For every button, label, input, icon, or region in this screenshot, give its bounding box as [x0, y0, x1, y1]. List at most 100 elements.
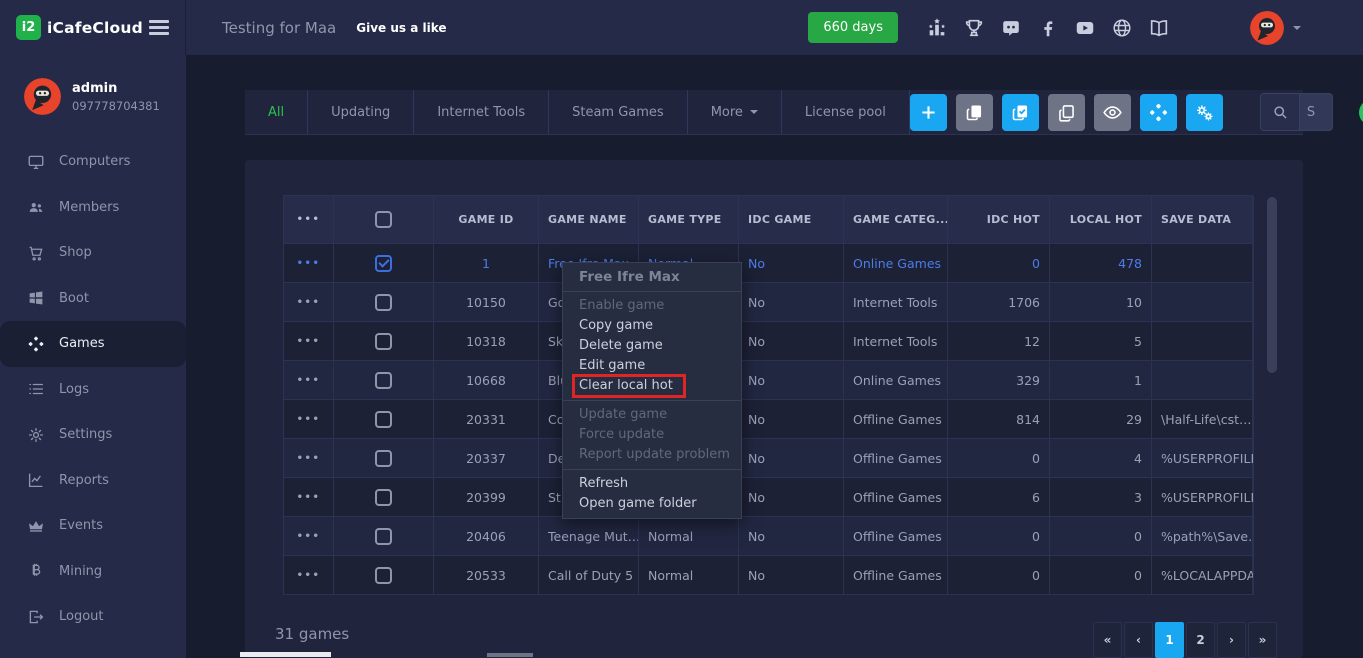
horizontal-scrollbar-thumb[interactable]	[487, 653, 533, 657]
menu-item-refresh[interactable]: Refresh	[563, 474, 741, 494]
page-button-nav[interactable]: »	[1248, 622, 1277, 658]
page-button-1[interactable]: 1	[1155, 622, 1184, 658]
page-button-nav[interactable]: ›	[1217, 622, 1246, 658]
sidebar-item-boot[interactable]: Boot	[0, 276, 186, 322]
globe-icon[interactable]	[1111, 17, 1133, 39]
user-menu[interactable]	[1250, 11, 1301, 45]
discord-icon[interactable]	[1000, 17, 1022, 39]
row-checkbox[interactable]	[375, 450, 392, 467]
menu-item-edit-game[interactable]: Edit game	[563, 356, 741, 376]
sidebar-item-games[interactable]: Games	[0, 321, 186, 367]
cell-game-id: 20399	[434, 478, 539, 517]
sidebar-item-computers[interactable]: Computers	[0, 139, 186, 185]
row-menu-button[interactable]: •••	[297, 453, 321, 464]
menu-item-copy-game[interactable]: Copy game	[563, 316, 741, 336]
menu-item-delete-game[interactable]: Delete game	[563, 336, 741, 356]
row-checkbox[interactable]	[375, 294, 392, 311]
give-us-a-like-link[interactable]: Give us a like	[356, 21, 446, 35]
table-row: ••• 20331 Co No Offline Games 814 29 \Ha…	[284, 400, 1252, 439]
search-button[interactable]	[1260, 93, 1300, 131]
cell-game-type: Normal	[639, 556, 739, 595]
select-all-checkbox[interactable]	[375, 211, 392, 228]
table-row: ••• 20337 De No Offline Games 0 4 %USERP…	[284, 439, 1252, 478]
facebook-icon[interactable]	[1037, 17, 1059, 39]
youtube-icon[interactable]	[1074, 17, 1096, 39]
sidebar-item-reports[interactable]: Reports	[0, 458, 186, 504]
cell-game-name[interactable]: Call of Duty 5 …	[539, 556, 639, 595]
sidebar-item-logout[interactable]: Logout	[0, 594, 186, 640]
row-checkbox[interactable]	[375, 489, 392, 506]
menu-toggle-icon[interactable]	[149, 20, 169, 35]
windows-icon	[27, 289, 45, 307]
menu-item-open-game-folder[interactable]: Open game folder	[563, 494, 741, 514]
tab-steam-games[interactable]: Steam Games	[549, 90, 688, 134]
sidebar-item-mining[interactable]: Mining	[0, 549, 186, 595]
app-logo[interactable]: i2 iCafeCloud	[16, 15, 143, 40]
sidebar-item-logs[interactable]: Logs	[0, 367, 186, 413]
tab-all[interactable]: All	[245, 90, 308, 134]
cell-actions: •••	[284, 322, 334, 361]
row-menu-button[interactable]: •••	[297, 570, 321, 581]
cell-local-hot: 3	[1050, 478, 1152, 517]
announcement-button[interactable]	[1359, 99, 1363, 126]
avatar[interactable]	[1250, 11, 1284, 45]
sidebar-item-settings[interactable]: Settings	[0, 412, 186, 458]
gears-icon	[1194, 102, 1215, 123]
column-header-save-data[interactable]: SAVE DATA	[1152, 196, 1254, 244]
row-menu-button[interactable]: •••	[297, 414, 321, 425]
tab-more[interactable]: More	[688, 90, 782, 134]
copy-games-button[interactable]	[956, 94, 993, 131]
game-settings-button[interactable]	[1186, 94, 1223, 131]
menu-item-clear-local-hot[interactable]: Clear local hot	[563, 376, 741, 396]
cell-game-id: 1	[434, 244, 539, 283]
row-checkbox[interactable]	[375, 567, 392, 584]
docs-icon[interactable]	[1148, 17, 1170, 39]
cell-local-hot: 29	[1050, 400, 1152, 439]
cell-game-name[interactable]: Teenage Mut…	[539, 517, 639, 556]
row-checkbox[interactable]	[375, 255, 392, 272]
sidebar-item-shop[interactable]: Shop	[0, 230, 186, 276]
sidebar-menu: Computers Members Shop Boot Games Logs S…	[0, 139, 186, 640]
row-menu-button[interactable]: •••	[297, 375, 321, 386]
days-badge[interactable]: 660 days	[808, 12, 898, 43]
cell-save-data: \Half-Life\cst…	[1152, 400, 1254, 439]
game-menu-button[interactable]	[1140, 94, 1177, 131]
column-header-game-name[interactable]: GAME NAME	[539, 196, 639, 244]
row-menu-button[interactable]: •••	[297, 492, 321, 503]
page-button-nav[interactable]: «	[1093, 622, 1122, 658]
ranking-icon[interactable]	[926, 17, 948, 39]
horizontal-scrollbar-thumb[interactable]	[240, 652, 331, 657]
column-header-game-categ[interactable]: GAME CATEG...	[844, 196, 948, 244]
row-checkbox[interactable]	[375, 333, 392, 350]
annotation-highlight-box	[572, 374, 686, 398]
column-header-local-hot[interactable]: LOCAL HOT	[1050, 196, 1152, 244]
tab-internet-tools[interactable]: Internet Tools	[414, 90, 549, 134]
sidebar-item-label: Settings	[59, 427, 112, 442]
page-button-nav[interactable]: ‹	[1124, 622, 1153, 658]
sidebar-item-members[interactable]: Members	[0, 185, 186, 231]
row-checkbox[interactable]	[375, 528, 392, 545]
row-menu-button[interactable]: •••	[297, 336, 321, 347]
column-header-idc-game[interactable]: IDC GAME	[739, 196, 844, 244]
tab-updating[interactable]: Updating	[308, 90, 414, 134]
search-input[interactable]: S	[1300, 93, 1333, 131]
column-header-game-id[interactable]: GAME ID	[434, 196, 539, 244]
tab-license-pool[interactable]: License pool	[782, 90, 910, 134]
visibility-button[interactable]	[1094, 94, 1131, 131]
sidebar-item-events[interactable]: Events	[0, 503, 186, 549]
trophy-icon[interactable]	[963, 17, 985, 39]
column-header-game-type[interactable]: GAME TYPE	[639, 196, 739, 244]
column-header-idc-hot[interactable]: IDC HOT	[948, 196, 1050, 244]
page-button-2[interactable]: 2	[1186, 622, 1215, 658]
row-checkbox[interactable]	[375, 411, 392, 428]
row-menu-button[interactable]: •••	[297, 531, 321, 542]
row-menu-button[interactable]: •••	[297, 297, 321, 308]
row-menu-button[interactable]: •••	[297, 258, 321, 269]
table-vertical-scrollbar[interactable]	[1267, 197, 1277, 373]
cell-save-data	[1152, 283, 1254, 322]
sidebar-item-label: Logout	[59, 609, 104, 624]
add-game-button[interactable]	[910, 94, 947, 131]
row-checkbox[interactable]	[375, 372, 392, 389]
layers-button[interactable]	[1048, 94, 1085, 131]
multi-select-button[interactable]	[1002, 94, 1039, 131]
